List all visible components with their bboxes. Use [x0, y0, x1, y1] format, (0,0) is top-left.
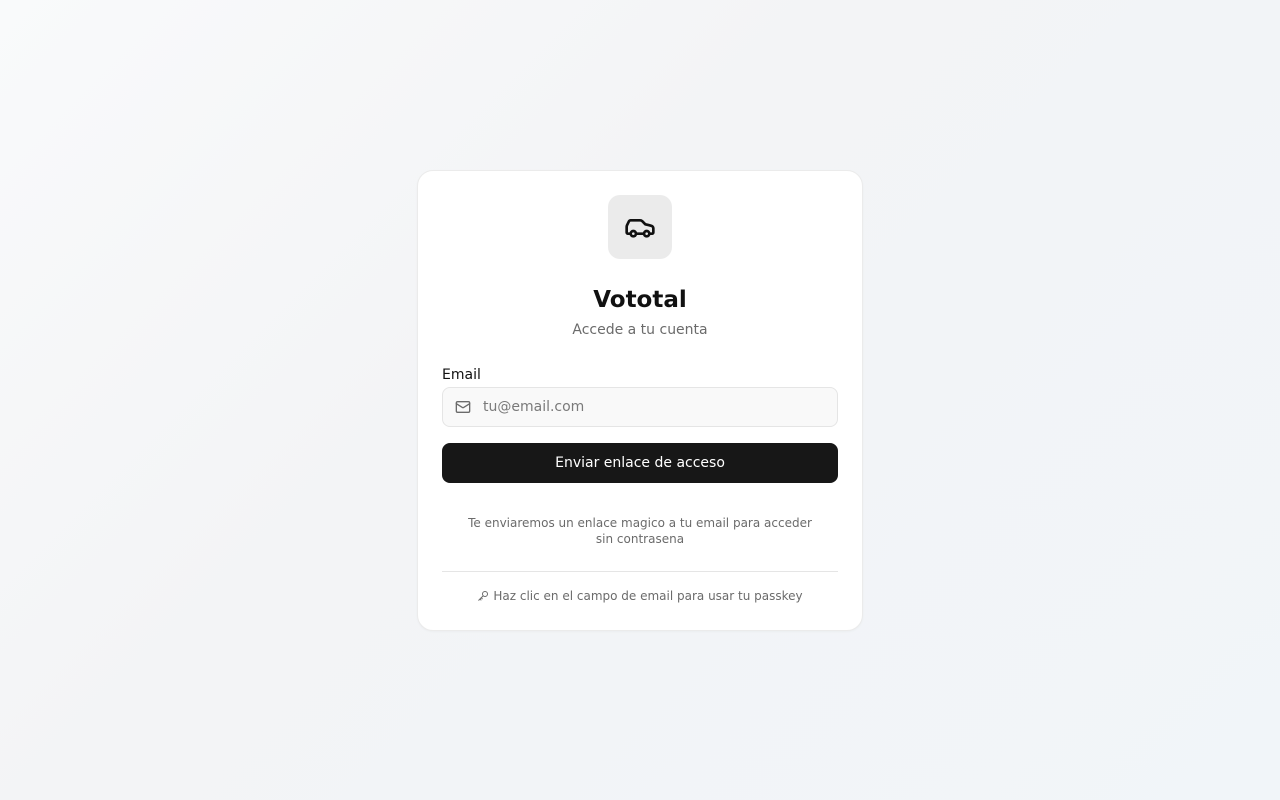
- page-subtitle: Accede a tu cuenta: [572, 322, 708, 338]
- email-label: Email: [442, 367, 481, 383]
- passkey-hint-text: Haz clic en el campo de email para usar …: [493, 589, 803, 603]
- magic-link-hint: Te enviaremos un enlace magico a tu emai…: [468, 516, 812, 546]
- send-access-link-button[interactable]: Enviar enlace de acceso: [442, 443, 838, 483]
- login-card: Vototal Accede a tu cuenta Email Enviar …: [417, 170, 863, 631]
- mail-icon: [454, 398, 472, 416]
- divider: [442, 571, 838, 572]
- email-field-wrapper[interactable]: [442, 387, 838, 427]
- passkey-hint: Haz clic en el campo de email para usar …: [442, 588, 838, 604]
- app-title: Vototal: [593, 287, 687, 313]
- car-icon: [625, 219, 655, 238]
- logo: [608, 195, 672, 259]
- email-field[interactable]: [472, 388, 837, 426]
- key-icon: [477, 590, 489, 602]
